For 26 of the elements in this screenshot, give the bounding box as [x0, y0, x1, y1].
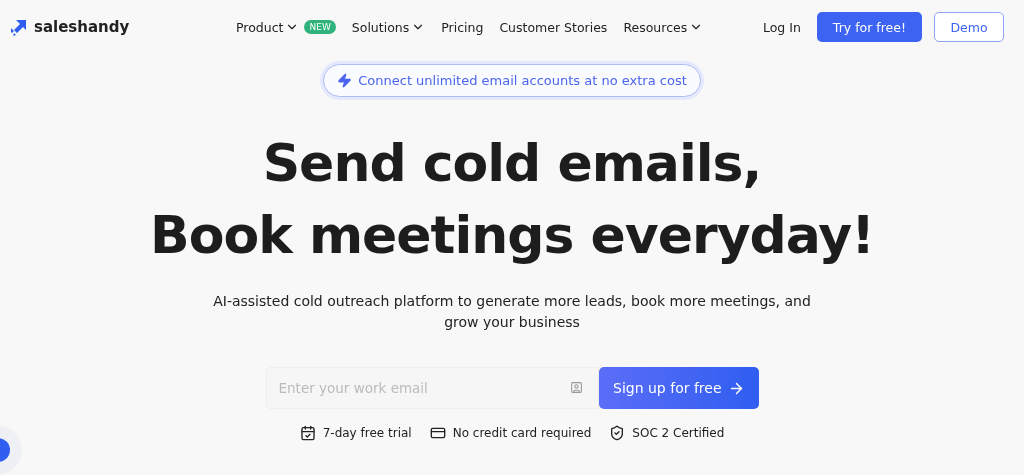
shield-check-icon [609, 425, 626, 441]
lightning-icon [337, 73, 353, 88]
logo-icon [10, 18, 28, 36]
demo-button[interactable]: Demo [934, 12, 1004, 42]
try-free-button[interactable]: Try for free! [816, 12, 922, 42]
announcement-banner[interactable]: Connect unlimited email accounts at no extra cost [323, 64, 701, 97]
nav-link[interactable]: Customer Stories [499, 19, 608, 35]
email-field[interactable]: Enter your work email [265, 367, 599, 409]
feature-label: SOC 2 Certified [632, 426, 725, 440]
feature-label: 7-day free trial [322, 426, 412, 440]
calendar-check-icon [299, 425, 316, 441]
nav-link[interactable]: Solutions [351, 19, 426, 35]
nav-link[interactable]: Product NEW [236, 19, 336, 35]
headline: Send cold emails, [261, 132, 763, 195]
logo-text[interactable]: saleshandy [34, 18, 130, 36]
subtitle: AI-assisted cold outreach platform to generate more leads, book more meetings, and grow your business [212, 292, 812, 332]
new-badge: NEW [304, 20, 336, 34]
credit-card-icon [429, 425, 446, 441]
login-link[interactable]: Log In [762, 19, 801, 35]
feature-label: No credit card required [452, 426, 592, 440]
nav-link[interactable]: Resources [623, 19, 704, 35]
headline: Book meetings everyday! [150, 204, 874, 267]
contact-card-icon [570, 381, 583, 394]
nav-link[interactable]: Pricing [441, 19, 484, 35]
signup-button[interactable]: Sign up for free [599, 367, 759, 409]
banner-text: Connect unlimited email accounts at no extra cost [358, 73, 687, 88]
